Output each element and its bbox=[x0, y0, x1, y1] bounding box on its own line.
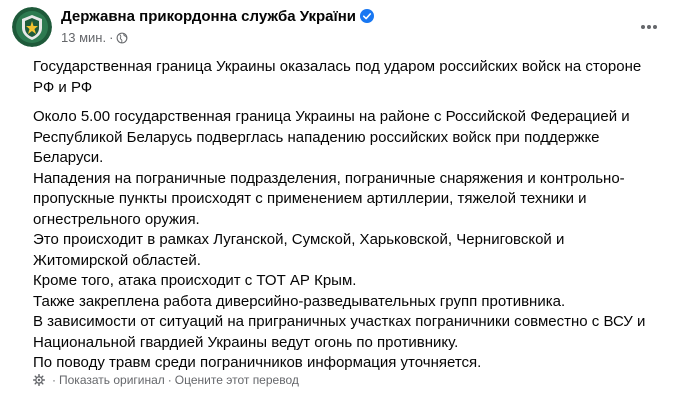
translation-separator: · bbox=[52, 373, 56, 387]
post-paragraph-3: Это происходит в рамках Луганской, Сумск… bbox=[33, 231, 565, 269]
globe-icon[interactable] bbox=[116, 32, 128, 44]
post-paragraph-6: В зависимости от ситуаций на приграничны… bbox=[33, 313, 646, 351]
more-options-button[interactable] bbox=[633, 11, 665, 43]
author-name-text[interactable]: Державна прикордонна служба України bbox=[61, 8, 356, 25]
post-time[interactable]: 13 мин. bbox=[61, 30, 106, 45]
translation-separator-2: · bbox=[167, 373, 172, 387]
author-name[interactable]: Державна прикордонна служба України bbox=[61, 8, 375, 25]
show-original-link[interactable]: Показать оригинал bbox=[59, 373, 165, 387]
verified-badge-icon bbox=[360, 9, 375, 23]
more-options-icon bbox=[641, 25, 657, 29]
post-paragraph-1: Около 5.00 государственная граница Украи… bbox=[33, 108, 630, 166]
translation-bar: · Показать оригинал · Оцените этот перевод bbox=[33, 373, 299, 387]
post-paragraph-5: Также закреплена работа диверсийно-разве… bbox=[33, 292, 566, 310]
post-header: Державна прикордонна служба України 13 м… bbox=[12, 7, 665, 47]
post-paragraph-7: По поводу травм среди пограничников инфо… bbox=[33, 354, 482, 371]
post-paragraph-4: Кроме того, атака происходит с ТОТ АР Кр… bbox=[33, 272, 357, 289]
gear-icon[interactable] bbox=[33, 374, 45, 386]
rate-translation-link[interactable]: Оцените этот перевод bbox=[175, 373, 299, 387]
meta-separator: · bbox=[109, 30, 114, 45]
post-lead: Государственная граница Украины оказалас… bbox=[33, 58, 642, 96]
post-body: Государственная граница Украины оказалас… bbox=[33, 57, 653, 374]
post-paragraph-2: Нападения на пограничные подразделения, … bbox=[33, 169, 625, 228]
post-card: Державна прикордонна служба України 13 м… bbox=[0, 0, 677, 400]
page-avatar[interactable] bbox=[12, 7, 52, 47]
post-meta: 13 мин. · bbox=[61, 30, 128, 45]
